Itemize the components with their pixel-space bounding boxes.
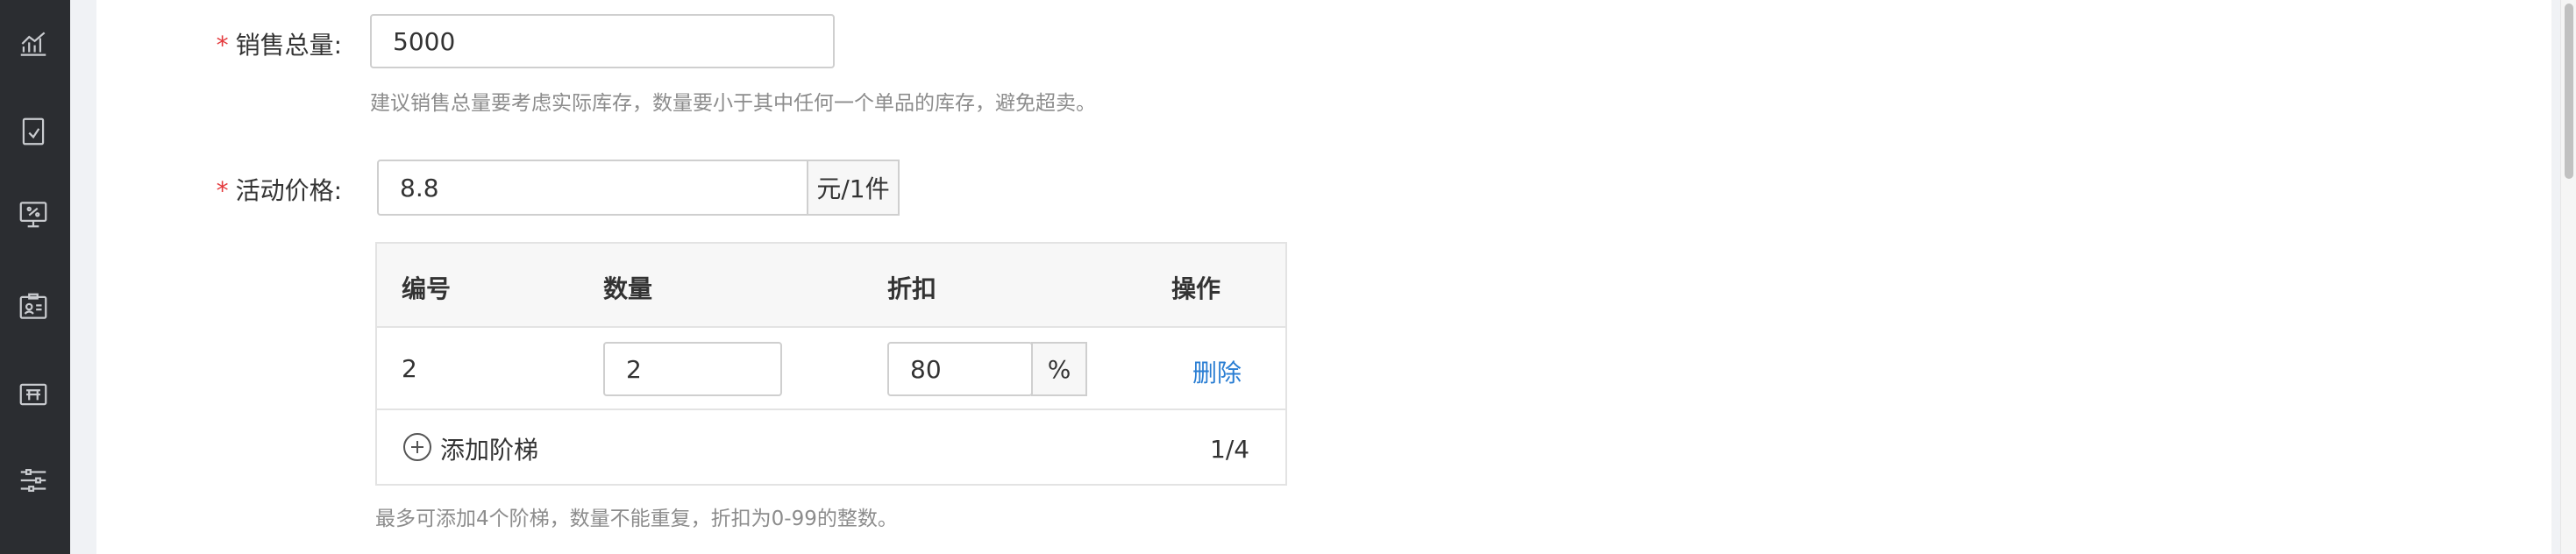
table-header: 编号 数量 折扣 操作 (377, 244, 1285, 328)
column-header-number: 编号 (402, 274, 452, 303)
required-mark: * (216, 176, 229, 205)
discount-monitor-icon[interactable] (14, 195, 53, 233)
discount-percent-addon: % (1031, 342, 1087, 396)
page-scrollbar[interactable] (2560, 0, 2576, 554)
column-header-action: 操作 (1171, 274, 1221, 303)
id-card-icon[interactable] (14, 288, 53, 326)
required-mark: * (216, 31, 229, 60)
column-header-discount: 折扣 (887, 274, 937, 303)
document-edit-icon[interactable] (14, 112, 53, 151)
add-tier-button[interactable]: 添加阶梯 (403, 431, 552, 465)
tier-table: 编号 数量 折扣 操作 2 2 80 % 删除 添加阶梯 1/4 (375, 242, 1287, 486)
discount-input[interactable]: 80 (887, 342, 1033, 396)
column-header-quantity: 数量 (603, 274, 653, 303)
sales-total-label: * 销售总量: (216, 31, 342, 60)
main-content: * 销售总量: 5000 建议销售总量要考虑实际库存，数量要小于其中任何一个单品的… (96, 0, 2551, 554)
delete-row-link[interactable]: 删除 (1192, 354, 1242, 389)
sidebar (0, 0, 70, 554)
sales-total-input[interactable]: 5000 (370, 14, 835, 68)
chart-icon[interactable] (14, 25, 53, 63)
scrollbar-thumb[interactable] (2565, 4, 2573, 179)
quantity-input[interactable]: 2 (603, 342, 782, 396)
tier-table-hint: 最多可添加4个阶梯，数量不能重复，折扣为0-99的整数。 (375, 508, 898, 530)
sliders-icon[interactable] (14, 461, 53, 500)
price-unit-addon: 元/1件 (807, 160, 900, 216)
activity-price-input[interactable]: 8.8 (377, 160, 810, 216)
ticket-icon[interactable] (14, 375, 53, 414)
row-number: 2 (402, 354, 417, 383)
sales-total-hint: 建议销售总量要考虑实际库存，数量要小于其中任何一个单品的库存，避免超卖。 (370, 92, 1096, 115)
plus-circle-icon (403, 433, 431, 461)
table-row: 2 2 80 % 删除 (377, 328, 1285, 410)
tier-count: 1/4 (1210, 435, 1250, 464)
activity-price-label: * 活动价格: (216, 176, 342, 205)
add-tier-label: 添加阶梯 (440, 436, 539, 465)
